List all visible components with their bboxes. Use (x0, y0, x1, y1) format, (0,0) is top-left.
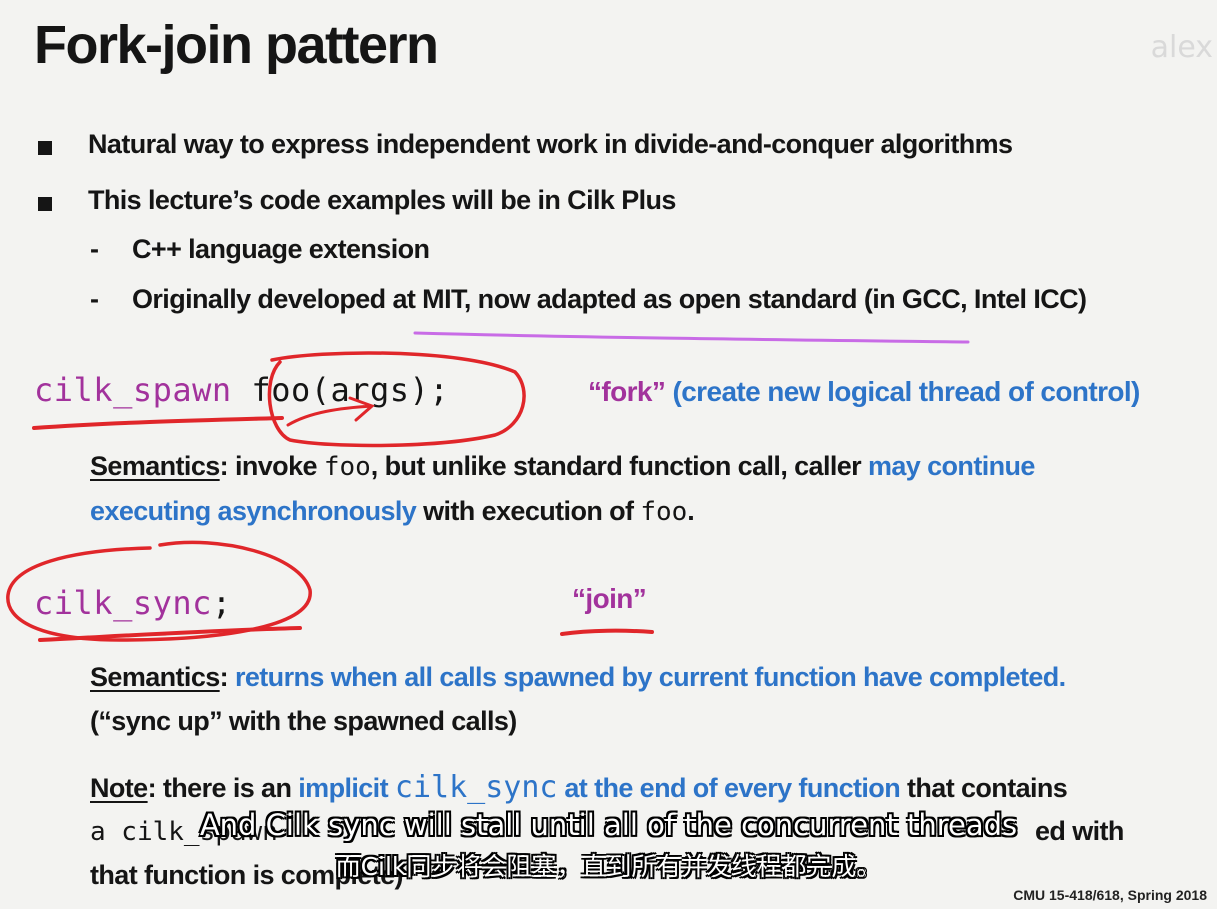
spawn-semantics-line-2: executing asynchronously with execution … (90, 496, 695, 527)
bullet-1-text: Natural way to express independent work … (88, 129, 1013, 159)
cilk-spawn-keyword: cilk_spawn (34, 371, 232, 409)
fork-quote: “fork” (588, 376, 666, 407)
sync-code-line: cilk_sync; (34, 584, 232, 622)
dash-icon: - (90, 234, 99, 264)
inline-code-foo: foo (640, 497, 688, 527)
sync-semantics-line-1: Semantics: returns when all calls spawne… (90, 662, 1066, 692)
sync-red-underline (38, 626, 302, 642)
join-label: “join” (572, 583, 647, 614)
inline-code-foo: foo (323, 452, 371, 482)
slide: Fork-join pattern alex Natural way to ex… (0, 0, 1217, 909)
magenta-underline (413, 331, 970, 344)
note-line-1: Note: there is an implicit cilk_sync at … (90, 770, 1068, 805)
subtitle-chinese: 而Cilk同步将会阻塞，直到所有并发线程都完成。 (335, 852, 882, 881)
semantics-label: Semantics (90, 662, 220, 692)
bullet-2-text: This lecture’s code examples will be in … (88, 185, 676, 215)
inline-code-cilk-sync: cilk_sync (394, 770, 558, 805)
spawn-semantics-line-1: Semantics: invoke foo, but unlike standa… (90, 451, 1035, 482)
dash-icon: - (90, 284, 99, 314)
semantics-label: Semantics (90, 451, 220, 481)
fork-description: (create new logical thread of control) (672, 376, 1140, 407)
slide-title: Fork-join pattern (34, 15, 439, 75)
bullet-square-icon (38, 197, 52, 211)
sync-semantics-line-2: (“sync up” with the spawned calls) (90, 706, 517, 736)
subtitle-english: And Cilk sync will stall until all of th… (199, 808, 1018, 842)
sub-bullet-1-text: C++ language extension (132, 234, 430, 264)
join-red-underline (560, 628, 654, 636)
slide-footer: CMU 15-418/618, Spring 2018 (1013, 887, 1207, 903)
bullet-square-icon (38, 141, 52, 155)
spawn-code-line: cilk_spawn foo(args); (34, 371, 449, 409)
sub-bullet-2-text: Originally developed at MIT, now adapted… (132, 284, 1087, 314)
spawn-call: foo(args); (251, 371, 450, 409)
note-label: Note (90, 773, 148, 803)
spawn-red-underline (32, 416, 284, 430)
fork-label: “fork” (create new logical thread of con… (588, 376, 1140, 408)
watermark: alex (1150, 30, 1213, 65)
cilk-sync-keyword: cilk_sync (34, 584, 212, 622)
